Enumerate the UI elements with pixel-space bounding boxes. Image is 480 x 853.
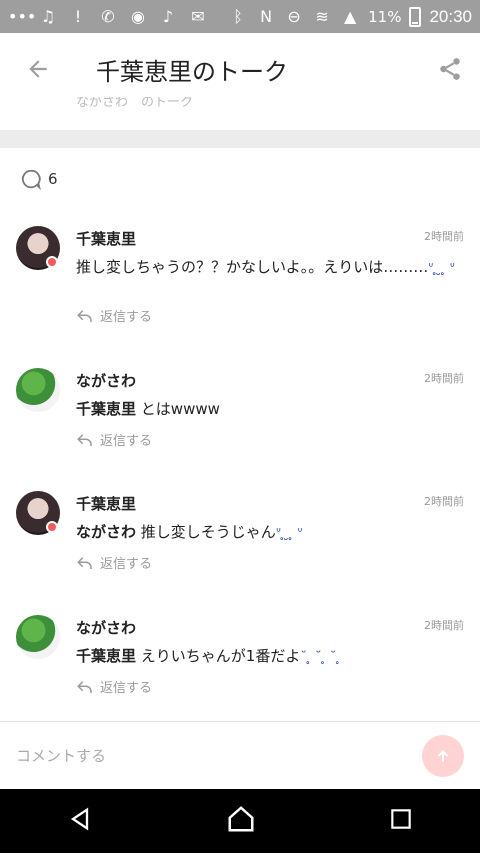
nav-back-button[interactable] [66,805,94,837]
nav-home-button[interactable] [226,804,256,838]
call-icon: ✆ [101,6,115,26]
comment-text: 千葉恵里 えりいちゃんが1番だよ˘ ̥ ˘ ̥ ˘ ̥ [76,645,468,669]
triangle-back-icon [70,807,89,831]
comment-body: 推し変しちゃうの？？かなしいよ。。えりいは……… [76,258,429,276]
comment-input[interactable]: コメントする [16,745,422,766]
reply-label: 返信する [100,310,153,325]
avatar[interactable] [16,615,60,659]
message-icon: ••• [8,6,37,26]
battery-percent: 11% [368,7,402,26]
page-title: 千葉恵里のトーク [96,57,288,86]
comment-text: 千葉恵里 とはwwww [76,398,468,420]
battery-icon [409,6,422,27]
app-bar: 千葉恵里のトーク [0,33,480,105]
send-button[interactable] [422,734,464,777]
clock: 20:30 [429,6,472,26]
scrolled-out-text: ながさわ のトーク [76,97,194,110]
back-button[interactable] [0,33,76,105]
avatar[interactable] [16,368,60,412]
signal-icon: ▲ [343,6,357,26]
verified-badge [46,256,58,268]
system-nav-bar [0,789,480,853]
mention[interactable]: 千葉恵里 [76,647,136,665]
status-bar: ••• ♫ ! ✆ ◉ ♪ ✉ ᛒ N ⊖ ≋ ▲ 11% 20:30 [0,0,480,33]
send-icon [437,749,449,762]
comment-time: 2時間前 [424,230,464,243]
do-not-disturb-icon: ⊖ [287,6,301,26]
reply-arrow-icon [77,680,92,693]
comment-time: 2時間前 [424,372,464,385]
share-button[interactable] [420,33,480,105]
comment-body: とはwwww [140,400,220,418]
square-recent-icon [391,809,411,829]
comment-body: えりいちゃんが1番だよ [140,647,301,665]
emoticon: ᐡ ̥ ̮ ̥ ᐡ [428,261,455,276]
reply-button[interactable]: 返信する [76,430,152,449]
mention[interactable]: 千葉恵里 [76,400,136,418]
section-divider [0,130,480,148]
mention[interactable]: ながさわ [76,523,136,541]
comment-body: 推し変しそうじゃん [140,523,276,541]
reply-label: 返信する [100,557,153,572]
music-note-icon: ♫ [40,6,56,26]
nav-recent-button[interactable] [388,806,414,836]
emoticon: ᐡ ̥ ̮ ̥ ᐡ [275,526,303,541]
comment-count: 6 [20,168,58,190]
comment-author[interactable]: ながさわ [76,617,136,638]
comment-text: ながさわ 推し変しそうじゃんᐡ ̥ ̮ ̥ ᐡ [76,521,468,545]
comment-text: 推し変しちゃうの？？かなしいよ。。えりいは………ᐡ ̥ ̮ ̥ ᐡ [76,256,468,280]
alert-icon: ! [74,6,82,26]
music-icon: ♪ [162,6,174,26]
comment-author[interactable]: 千葉恵里 [76,228,136,249]
reply-button[interactable]: 返信する [76,677,152,696]
comment-count-number: 6 [48,170,58,188]
comment-author[interactable]: 千葉恵里 [76,493,136,514]
reply-button[interactable]: 返信する [76,306,152,325]
reply-button[interactable]: 返信する [76,553,152,572]
emoticon: ˘ ̥ ˘ ̥ ˘ ̥ [300,650,341,665]
line-icon: ◉ [131,6,145,26]
reply-arrow-icon [77,556,92,569]
reply-arrow-icon [77,309,92,322]
comment-time: 2時間前 [424,619,464,632]
scrolled-out-row: ながさわ のトーク [0,97,480,111]
comment-time: 2時間前 [424,495,464,508]
home-icon [228,806,254,832]
comment-bubble-icon [21,169,41,190]
wifi-icon: ≋ [315,6,329,26]
verified-badge [46,521,58,533]
arrow-left-icon [29,60,47,78]
nfc-icon: N [260,6,273,26]
bluetooth-icon: ᛒ [233,6,243,26]
reply-label: 返信する [100,681,153,696]
mail-icon: ✉ [191,6,205,26]
comment-author[interactable]: ながさわ [76,370,136,391]
reply-arrow-icon [77,433,92,446]
share-icon [440,58,460,80]
comment-input-bar: コメントする [0,721,480,789]
reply-label: 返信する [100,434,153,449]
